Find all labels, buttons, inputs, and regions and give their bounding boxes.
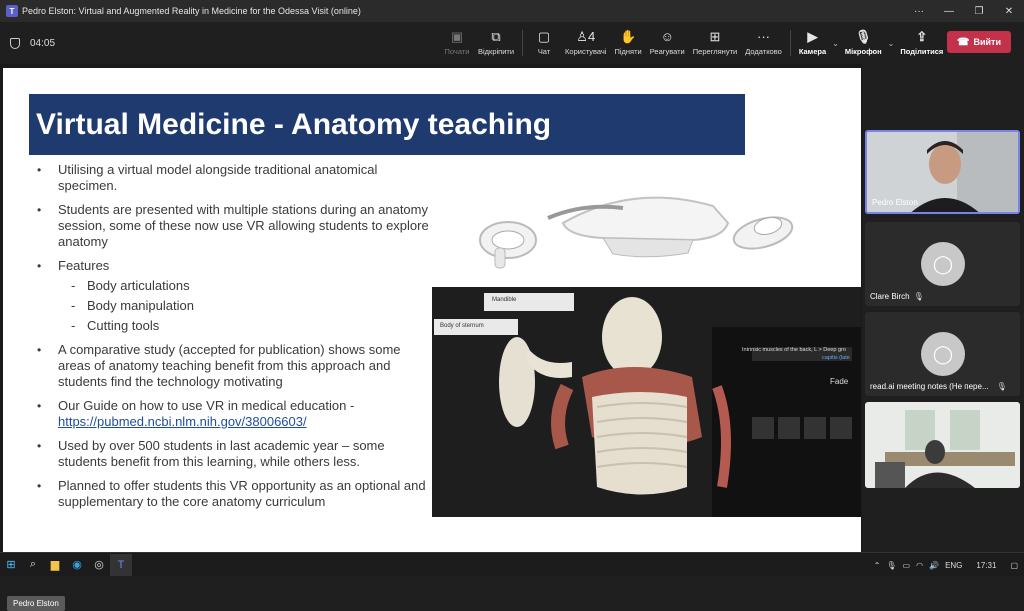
view-button[interactable]: ⊞ Переглянути <box>689 22 741 64</box>
participant-label: Clare Birch 🎙 <box>870 292 924 301</box>
phone-hangup-icon: ☎ <box>957 36 970 48</box>
person-avatar-icon: ◯ <box>921 332 965 376</box>
meeting-tools: ▣ Почати ⧉ Відкріпити ▢ Чат ♙4 Користувачі ✋… <box>440 22 947 64</box>
mic-button[interactable]: 🎙 Мікрофон <box>841 22 886 64</box>
mic-muted-icon: 🎙 <box>854 29 872 44</box>
feature-item: Body articulations <box>35 278 435 294</box>
view-icon: ⊞ <box>709 29 721 44</box>
volume-icon[interactable]: 🔊 <box>929 561 939 570</box>
slide-title: Virtual Medicine - Anatomy teaching <box>29 94 745 155</box>
react-button[interactable]: ☺ Реагувати <box>646 22 689 64</box>
minimize-button[interactable]: — <box>934 6 964 17</box>
battery-icon[interactable]: ▭ <box>903 561 911 570</box>
participant-name: Clare Birch <box>870 292 910 301</box>
participant-tile-clare[interactable]: ◯ Clare Birch 🎙 <box>865 222 1020 306</box>
people-button[interactable]: ♙4 Користувачі <box>561 22 610 64</box>
participant-tile-readai[interactable]: ◯ read.ai meeting notes (Не пере... 🎙 <box>865 312 1020 396</box>
raise-hand-icon: ✋ <box>619 29 637 44</box>
person-avatar-icon: ◯ <box>921 242 965 286</box>
meeting-toolbar: 04:05 ▣ Почати ⧉ Відкріпити ▢ Чат ♙4 Користу… <box>0 22 1024 64</box>
unpin-icon: ⧉ <box>491 29 501 44</box>
window-titlebar: T Pedro Elston: Virtual and Augmented Re… <box>0 0 1024 22</box>
chrome-icon[interactable]: ◎ <box>88 554 110 576</box>
more-button[interactable]: ··· Додатково <box>741 22 786 64</box>
guide-link[interactable]: https://pubmed.ncbi.nlm.nih.gov/38006603… <box>58 414 307 429</box>
mic-chevron-down-icon[interactable]: ⌄ <box>888 39 895 48</box>
wifi-icon[interactable]: ◠ <box>916 561 923 570</box>
participant-name: Pedro Elston <box>872 198 918 207</box>
chat-button[interactable]: ▢ Чат <box>527 22 561 64</box>
feature-item: Cutting tools <box>35 318 435 334</box>
language-indicator[interactable]: ENG <box>945 561 962 570</box>
meeting-timer: 04:05 <box>10 37 56 49</box>
bullet-item: Features <box>35 258 435 274</box>
mic-muted-icon: 🎙 <box>996 382 1007 391</box>
shield-icon <box>10 37 20 49</box>
search-icon[interactable]: ⌕ <box>22 554 44 576</box>
people-icon: ♙4 <box>576 29 596 44</box>
bullet-item: Planned to offer students this VR opport… <box>35 478 435 510</box>
mandible-label: Mandible <box>492 297 517 303</box>
windows-taskbar: ⊞ ⌕ ▆ ◉ ◎ T ⌃ 🎙 ▭ ◠ 🔊 ENG 17:31 ▢ <box>0 552 1024 576</box>
participant-tile-room[interactable] <box>865 402 1020 488</box>
bullet-item-guide: Our Guide on how to use VR in medical ed… <box>35 398 435 430</box>
vr-headset-image <box>473 178 813 278</box>
teams-taskbar-icon[interactable]: T <box>110 553 132 576</box>
feature-item: Body manipulation <box>35 298 435 314</box>
participant-name: read.ai meeting notes (Не пере... <box>870 382 989 391</box>
guide-text: Our Guide on how to use VR in medical ed… <box>58 398 355 413</box>
participant-rail: Pedro Elston ◯ Clare Birch 🎙 ◯ read.ai me… <box>862 64 1024 552</box>
microphone-icon[interactable]: 🎙 <box>886 561 896 570</box>
chat-icon: ▢ <box>537 29 551 44</box>
raise-hand-button[interactable]: ✋ Підняти <box>610 22 645 64</box>
sternum-label: Body of sternum <box>440 323 484 329</box>
window-title: Pedro Elston: Virtual and Augmented Real… <box>22 6 361 16</box>
edge-icon[interactable]: ◉ <box>66 554 88 576</box>
panel-title: Intrinsic muscles of the back, L > Deep … <box>742 347 846 353</box>
present-icon: ▣ <box>450 29 464 44</box>
close-button[interactable]: ✕ <box>994 6 1024 17</box>
camera-button[interactable]: ▶ Камера <box>795 22 830 64</box>
bullet-item: Utilising a virtual model alongside trad… <box>35 162 435 194</box>
timer-text: 04:05 <box>30 37 56 49</box>
bullet-item: Students are presented with multiple sta… <box>35 202 435 250</box>
vr-anatomy-image: Mandible Body of sternum Intrinsic muscl… <box>432 287 861 517</box>
camera-icon: ▶ <box>807 29 818 44</box>
present-button[interactable]: ▣ Почати <box>440 22 474 64</box>
camera-chevron-down-icon[interactable]: ⌄ <box>832 39 839 48</box>
room-video <box>865 402 1020 488</box>
notification-icon[interactable]: ▢ <box>1010 561 1018 570</box>
divider <box>522 30 524 56</box>
chevron-up-icon[interactable]: ⌃ <box>874 561 881 570</box>
react-icon: ☺ <box>660 29 674 44</box>
participant-label: read.ai meeting notes (Не пере... 🎙 <box>870 382 1007 391</box>
clock[interactable]: 17:31 <box>976 561 996 570</box>
presenter-name-tag: Pedro Elston <box>7 596 65 611</box>
bullet-item: A comparative study (accepted for public… <box>35 342 435 390</box>
restore-button[interactable]: ❐ <box>964 6 994 17</box>
mic-muted-icon: 🎙 <box>913 292 924 301</box>
fade-label: Fade <box>830 377 849 386</box>
share-icon: ⇪ <box>916 29 928 44</box>
shared-content-stage: Virtual Medicine - Anatomy teaching Util… <box>0 64 862 611</box>
leave-button[interactable]: ☎ Вийти <box>947 31 1011 53</box>
more-icon: ··· <box>757 29 770 44</box>
participant-tile-pedro[interactable]: Pedro Elston <box>865 130 1020 214</box>
divider <box>789 30 791 56</box>
more-options-button[interactable]: ··· <box>904 6 934 17</box>
windows-start-icon[interactable]: ⊞ <box>0 554 22 576</box>
file-explorer-icon[interactable]: ▆ <box>44 554 66 576</box>
slide-bullets: Utilising a virtual model alongside trad… <box>35 162 435 518</box>
unpin-button[interactable]: ⧉ Відкріпити <box>474 22 518 64</box>
bullet-item: Used by over 500 students in last academ… <box>35 438 435 470</box>
presentation-slide: Virtual Medicine - Anatomy teaching Util… <box>3 68 861 552</box>
teams-app-icon: T <box>6 5 18 17</box>
share-button[interactable]: ⇪ Поділитися <box>896 22 947 64</box>
panel-subtitle: capitis (late <box>822 355 850 361</box>
system-tray: ⌃ 🎙 ▭ ◠ 🔊 ENG 17:31 ▢ <box>874 553 1018 577</box>
